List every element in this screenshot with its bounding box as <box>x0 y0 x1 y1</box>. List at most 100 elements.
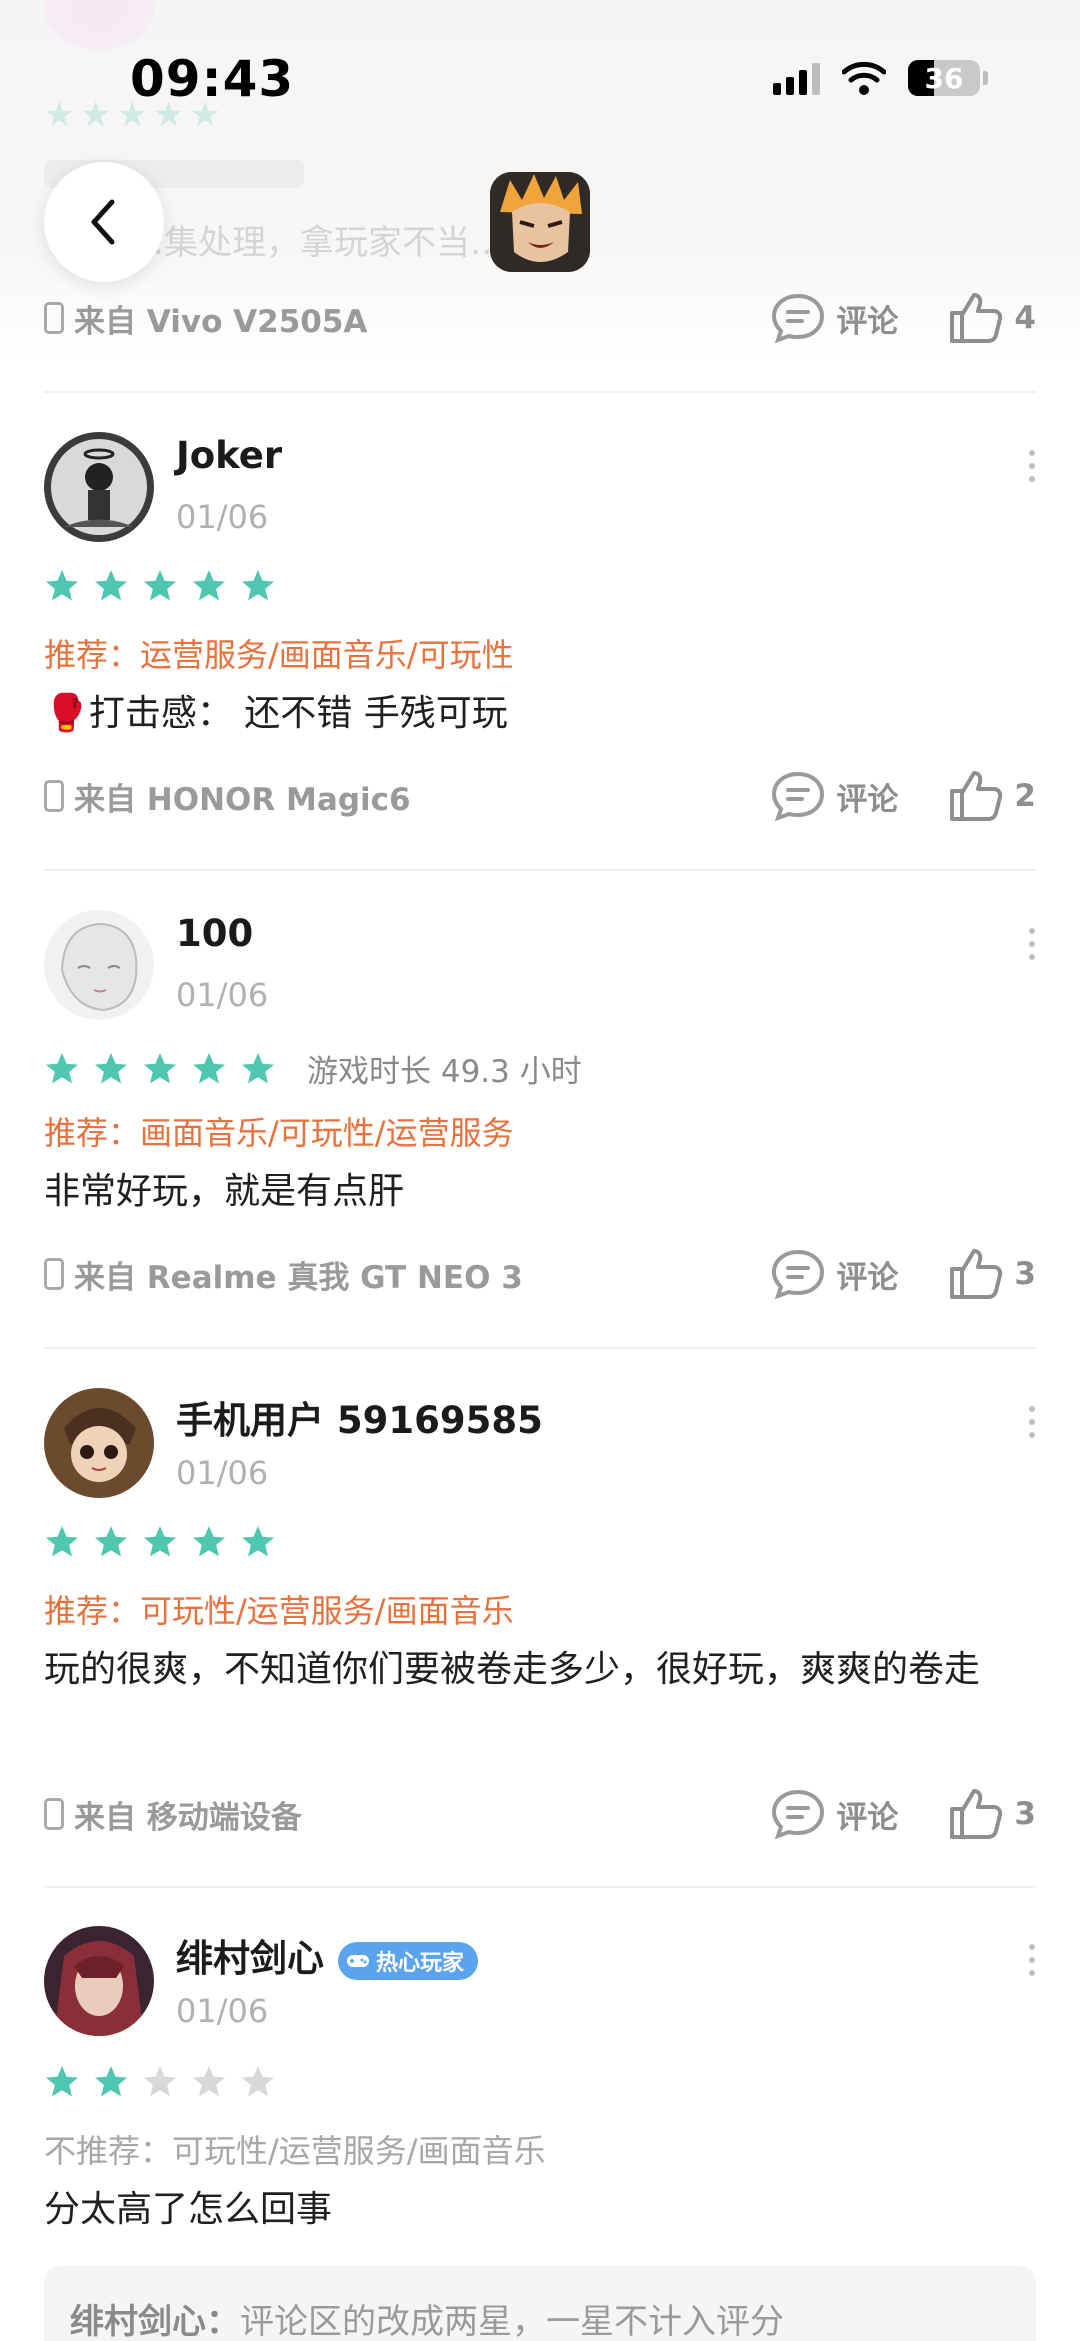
divider <box>44 869 1036 871</box>
star-icon <box>46 2066 78 2097</box>
review-date: 01/06 <box>176 498 269 536</box>
comment-button[interactable]: 评论 <box>770 770 898 822</box>
rating-stars <box>44 2064 276 2100</box>
star-icon <box>95 1052 127 1083</box>
comment-label: 评论 <box>836 1799 899 1836</box>
comment-label: 评论 <box>836 303 899 340</box>
rating-stars <box>44 568 276 604</box>
device-info: 来自 移动端设备 <box>44 1792 302 1837</box>
star-icon <box>46 1526 78 1557</box>
hot-player-badge: 热心玩家 <box>338 1941 479 1980</box>
star-icon <box>144 1052 176 1083</box>
rating-stars: 游戏时长 49.3 小时 <box>44 1046 582 1091</box>
comment-icon <box>772 293 825 344</box>
star-icon <box>46 570 78 601</box>
review-date: 01/06 <box>176 1992 269 2030</box>
thumbs-up-icon <box>950 1789 1003 1839</box>
star-icon <box>95 1526 127 1557</box>
battery-level: 36 <box>924 61 964 95</box>
comment-button[interactable]: 评论 <box>770 292 898 344</box>
comment-button[interactable]: 评论 <box>770 1248 898 1300</box>
divider <box>44 391 1036 393</box>
thumbs-up-icon <box>950 771 1003 821</box>
thumbs-up-icon <box>950 293 1003 343</box>
battery-icon: 36 <box>908 60 980 96</box>
star-icon <box>95 570 127 601</box>
cellular-signal-icon <box>773 61 820 95</box>
reply-author: 绯村剑心： <box>70 2302 240 2341</box>
device-label: 来自 HONOR Magic6 <box>74 781 411 818</box>
star-icon <box>242 570 274 601</box>
star-icon <box>144 570 176 601</box>
like-button[interactable]: 3 <box>948 1247 1036 1301</box>
review-text[interactable]: 非常好玩，就是有点肝 <box>44 1162 1036 1222</box>
phone-icon <box>44 780 64 812</box>
comment-label: 评论 <box>836 1259 899 1296</box>
back-arrow-icon <box>91 199 115 245</box>
avatar[interactable] <box>44 432 154 542</box>
star-icon <box>193 570 225 601</box>
divider <box>44 1347 1036 1349</box>
status-icons: 36 <box>773 60 988 96</box>
divider <box>44 1886 1036 1888</box>
username[interactable]: 手机用户 59169585 <box>176 1390 543 1444</box>
thumbs-up-icon <box>950 1249 1003 1299</box>
star-icon <box>193 1052 225 1083</box>
star-icon <box>144 1526 176 1557</box>
back-button[interactable] <box>44 162 164 282</box>
not-recommend-tags: 不推荐：可玩性/运营服务/画面音乐 <box>44 2132 546 2170</box>
star-icon <box>95 2066 127 2097</box>
star-icon <box>144 2066 176 2097</box>
more-icon[interactable] <box>1028 1944 1036 1976</box>
game-icon[interactable] <box>490 172 590 272</box>
like-count: 3 <box>1014 1256 1036 1292</box>
rating-stars <box>44 1524 276 1560</box>
review-text[interactable]: 🥊打击感： 还不错 手残可玩 <box>44 684 1036 744</box>
device-label: 来自 Vivo V2505A <box>74 303 368 340</box>
username[interactable]: 绯村剑心 <box>176 1937 324 1980</box>
star-icon <box>242 2066 274 2097</box>
comment-icon <box>772 1789 825 1840</box>
avatar[interactable] <box>44 1926 154 2036</box>
comment-label: 评论 <box>836 781 899 818</box>
star-icon <box>242 1052 274 1083</box>
device-info: 来自 Vivo V2505A <box>44 296 367 341</box>
like-button[interactable]: 4 <box>948 291 1036 345</box>
badge-label: 热心玩家 <box>376 1950 465 1976</box>
recommend-tags: 推荐：可玩性/运营服务/画面音乐 <box>44 1592 514 1630</box>
avatar[interactable] <box>44 1388 154 1498</box>
star-icon <box>193 1526 225 1557</box>
username[interactable]: 100 <box>176 912 253 955</box>
comment-icon <box>772 1249 825 1300</box>
like-count: 3 <box>1014 1796 1036 1832</box>
status-time: 09:43 <box>130 50 295 108</box>
reply-text: 评论区的改成两星，一星不计入评分 <box>240 2302 784 2341</box>
star-icon <box>193 2066 225 2097</box>
recommend-tags: 推荐：画面音乐/可玩性/运营服务 <box>44 1114 514 1152</box>
like-count: 2 <box>1014 778 1036 814</box>
developer-reply[interactable]: 绯村剑心：评论区的改成两星，一星不计入评分 <box>44 2266 1036 2341</box>
phone-icon <box>44 1798 64 1830</box>
wifi-icon <box>842 61 886 95</box>
review-text[interactable]: 玩的很爽，不知道你们要被卷走多少，很好玩，爽爽的卷走 <box>44 1640 1036 1700</box>
like-button[interactable]: 3 <box>948 1787 1036 1841</box>
comment-button[interactable]: 评论 <box>770 1788 898 1840</box>
previous-review-footer: 来自 Vivo V2505A 评论 4 <box>44 288 1036 348</box>
like-button[interactable]: 2 <box>948 769 1036 823</box>
review-footer: 来自 移动端设备 评论 3 <box>44 1784 1036 1844</box>
username[interactable]: Joker <box>176 434 282 477</box>
review-date: 01/06 <box>176 1454 269 1492</box>
device-label: 来自 Realme 真我 GT NEO 3 <box>74 1259 523 1296</box>
previous-review-text: …集处理，拿玩家不当… <box>130 223 504 263</box>
recommend-tags: 推荐：运营服务/画面音乐/可玩性 <box>44 636 514 674</box>
more-icon[interactable] <box>1028 928 1036 960</box>
device-info: 来自 Realme 真我 GT NEO 3 <box>44 1252 523 1297</box>
review-text[interactable]: 分太高了怎么回事 <box>44 2180 1036 2240</box>
more-icon[interactable] <box>1028 1406 1036 1438</box>
avatar[interactable] <box>44 910 154 1020</box>
playtime: 游戏时长 49.3 小时 <box>307 1054 582 1090</box>
phone-icon <box>44 1258 64 1290</box>
like-count: 4 <box>1014 300 1036 336</box>
more-icon[interactable] <box>1028 450 1036 482</box>
status-bar: 09:43 36 <box>0 0 1080 150</box>
